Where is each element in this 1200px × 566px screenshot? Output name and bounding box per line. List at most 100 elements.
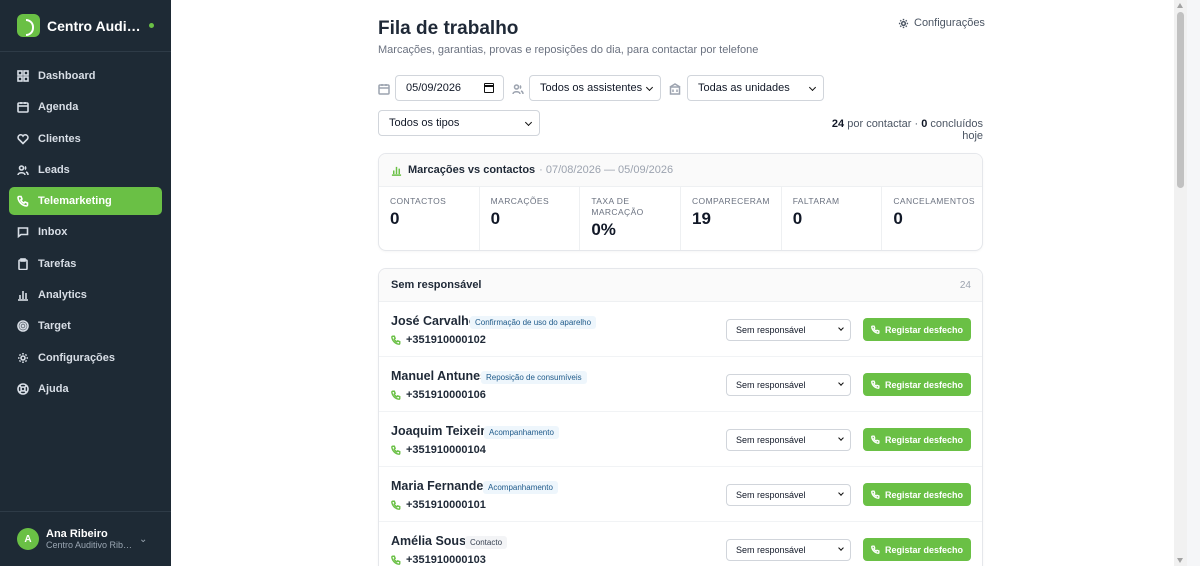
- stats-row: Contactos 0 Marcações 0 Taxa de marcação…: [379, 187, 982, 250]
- calendar-icon: [378, 82, 390, 95]
- stat-value: 0: [792, 209, 803, 228]
- sidebar-item-configuracoes[interactable]: Configurações: [9, 344, 162, 372]
- assignee-value: Sem responsável: [736, 435, 806, 445]
- register-outcome-button[interactable]: Registar desfecho: [863, 318, 971, 341]
- sidebar-item-target[interactable]: Target: [9, 312, 162, 340]
- users-icon: [512, 82, 524, 95]
- queue-counts: 24 por contactar · 0 concluídos hoje: [811, 118, 983, 142]
- contact-phone[interactable]: +351910000101: [391, 499, 486, 511]
- scroll-up-arrow[interactable]: [1177, 3, 1183, 8]
- phone-icon: [391, 335, 401, 345]
- bar-chart-icon: [391, 166, 402, 176]
- sidebar-item-label: Clientes: [38, 132, 81, 145]
- contact-name: Amélia Sousa: [391, 534, 473, 548]
- stats-range: · 07/08/2026 — 05/09/2026: [539, 164, 674, 176]
- contact-name: Joaquim Teixeira: [391, 424, 493, 438]
- contact-phone[interactable]: +351910000104: [391, 444, 486, 456]
- assignee-select[interactable]: Sem responsável: [726, 319, 851, 341]
- stat-label: Cancelamentos: [893, 196, 975, 206]
- stat-value: 0: [490, 209, 501, 228]
- help-icon: [17, 383, 29, 395]
- phone-icon: [871, 325, 880, 334]
- assignee-select[interactable]: Sem responsável: [726, 429, 851, 451]
- sidebar: Centro Auditivo Dashboard Agenda Cliente…: [0, 0, 171, 566]
- scroll-down-arrow[interactable]: [1177, 558, 1183, 563]
- phone-icon: [871, 380, 880, 389]
- heart-icon: [17, 133, 29, 145]
- sidebar-item-telemarketing[interactable]: Telemarketing: [9, 187, 162, 216]
- stats-title: Marcações vs contactos: [408, 164, 536, 176]
- stat-label: Contactos: [390, 196, 447, 206]
- clipboard-icon: [17, 257, 29, 270]
- sidebar-item-clientes[interactable]: Clientes: [9, 125, 162, 153]
- settings-link[interactable]: Configurações: [898, 17, 985, 29]
- register-outcome-button[interactable]: Registar desfecho: [863, 373, 971, 396]
- sidebar-item-ajuda[interactable]: Ajuda: [9, 375, 162, 403]
- assignee-select[interactable]: Sem responsável: [726, 374, 851, 396]
- sidebar-item-inbox[interactable]: Inbox: [9, 218, 162, 246]
- user-org: Centro Auditivo Ribeiro: [46, 540, 134, 550]
- gear-icon: [898, 18, 909, 28]
- assignee-value: Sem responsável: [736, 325, 806, 335]
- sidebar-nav: Dashboard Agenda Clientes Leads Telemark…: [0, 52, 171, 403]
- building-icon: [669, 82, 681, 95]
- contact-phone[interactable]: +351910000106: [391, 389, 486, 401]
- sidebar-item-label: Agenda: [38, 101, 79, 114]
- sidebar-item-dashboard[interactable]: Dashboard: [9, 62, 162, 90]
- phone-number: +351910000106: [406, 389, 486, 401]
- user-menu[interactable]: A Ana Ribeiro Centro Auditivo Ribeiro ⌄: [0, 511, 171, 566]
- types-select[interactable]: Todos os tipos: [378, 110, 540, 136]
- stat-cancelamentos: Cancelamentos 0: [882, 187, 982, 250]
- register-outcome-label: Registar desfecho: [884, 544, 964, 555]
- types-value: Todos os tipos: [389, 117, 460, 129]
- assistants-select[interactable]: Todos os assistentes: [529, 75, 661, 101]
- sidebar-item-tarefas[interactable]: Tarefas: [9, 250, 162, 278]
- queue-row: Amélia Sousa Contacto +351910000103 Sem res…: [379, 522, 982, 566]
- queue-row: José Carvalho Confirmação de uso do apare…: [379, 302, 982, 357]
- stat-value: 0: [893, 209, 903, 228]
- sidebar-item-agenda[interactable]: Agenda: [9, 93, 162, 121]
- stat-faltaram: Faltaram 0: [782, 187, 883, 250]
- date-input[interactable]: 05/09/2026: [395, 75, 504, 101]
- calendar-picker-icon[interactable]: [484, 83, 494, 93]
- assignee-value: Sem responsável: [736, 490, 806, 500]
- logo-icon: [17, 14, 40, 37]
- stat-marcacoes: Marcações 0: [480, 187, 581, 250]
- scrollbar-thumb[interactable]: [1177, 12, 1184, 188]
- assignee-select[interactable]: Sem responsável: [726, 484, 851, 506]
- chevron-down-icon: [838, 325, 844, 331]
- sidebar-item-label: Dashboard: [38, 70, 96, 82]
- sidebar-item-label: Tarefas: [38, 257, 77, 270]
- chevron-down-icon: [838, 435, 844, 441]
- phone-number: +351910000102: [406, 334, 486, 346]
- users-icon: [17, 164, 29, 176]
- register-outcome-button[interactable]: Registar desfecho: [863, 483, 971, 506]
- sidebar-item-label: Ajuda: [38, 382, 69, 395]
- contact-phone[interactable]: +351910000103: [391, 554, 486, 566]
- sidebar-item-analytics[interactable]: Analytics: [9, 281, 162, 309]
- brand[interactable]: Centro Auditivo: [0, 0, 171, 52]
- user-info: Ana Ribeiro Centro Auditivo Ribeiro: [46, 528, 134, 550]
- register-outcome-label: Registar desfecho: [884, 434, 964, 445]
- assignee-value: Sem responsável: [736, 380, 806, 390]
- sidebar-item-leads[interactable]: Leads: [9, 156, 162, 184]
- stat-compareceram: Compareceram 19: [681, 187, 782, 250]
- contact-name: José Carvalho: [391, 314, 477, 328]
- chevron-updown-icon: ⌄: [139, 533, 148, 545]
- queue-group-header: Sem responsável 24: [379, 269, 982, 302]
- chevron-down-icon: [838, 380, 844, 386]
- scrollbar[interactable]: [1174, 0, 1187, 566]
- phone-icon: [871, 545, 880, 554]
- user-name: Ana Ribeiro: [46, 528, 108, 540]
- stat-contactos: Contactos 0: [379, 187, 480, 250]
- contact-phone[interactable]: +351910000102: [391, 334, 486, 346]
- contact-type-badge: Contacto: [465, 536, 508, 549]
- page-subtitle: Marcações, garantias, provas e reposiçõe…: [378, 44, 759, 56]
- register-outcome-label: Registar desfecho: [884, 489, 964, 500]
- register-outcome-button[interactable]: Registar desfecho: [863, 538, 971, 561]
- stat-label: Compareceram: [692, 196, 770, 206]
- register-outcome-button[interactable]: Registar desfecho: [863, 428, 971, 451]
- phone-icon: [17, 195, 29, 207]
- units-select[interactable]: Todas as unidades: [687, 75, 824, 101]
- assignee-select[interactable]: Sem responsável: [726, 539, 851, 561]
